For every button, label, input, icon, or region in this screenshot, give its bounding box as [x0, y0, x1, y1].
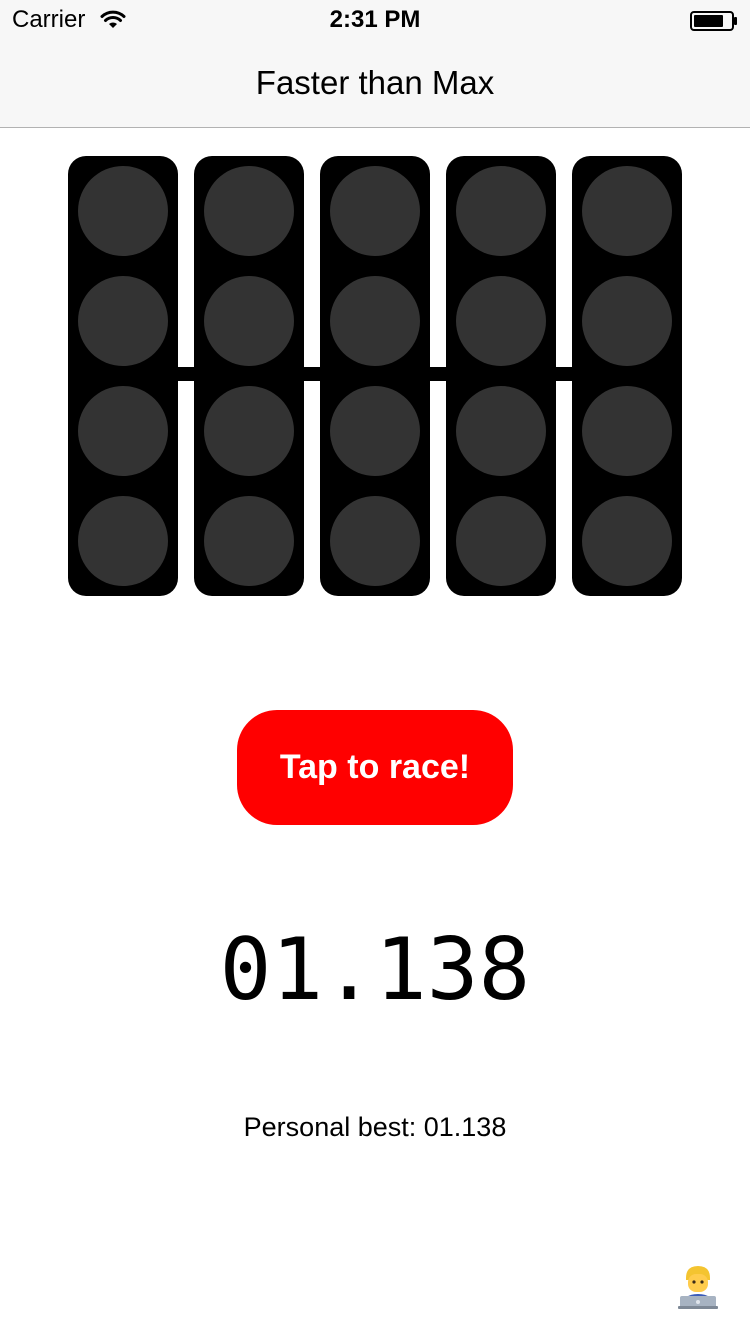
start-light-lamp — [78, 496, 168, 586]
start-light-lamp — [204, 386, 294, 476]
start-light-lamp — [78, 386, 168, 476]
start-light-pod — [68, 156, 178, 596]
tap-to-race-button[interactable]: Tap to race! — [237, 710, 513, 825]
lights-connector — [428, 367, 448, 381]
app-screen: Carrier 2:31 PM Faster than Max Tap to r… — [0, 0, 750, 1334]
start-light-lamp — [78, 166, 168, 256]
battery-full-icon — [690, 11, 737, 31]
page-title: Faster than Max — [255, 64, 495, 101]
status-time: 2:31 PM — [329, 6, 421, 33]
start-light-pod — [194, 156, 304, 596]
start-lights-board — [68, 156, 682, 596]
lights-connector — [176, 367, 196, 381]
start-light-lamp — [204, 496, 294, 586]
start-light-lamp — [456, 166, 546, 256]
start-light-pod — [572, 156, 682, 596]
navigation-bar: Faster than Max — [0, 40, 750, 128]
start-light-lamp — [204, 276, 294, 366]
start-light-lamp — [330, 386, 420, 476]
start-light-lamp — [456, 276, 546, 366]
status-bar: Carrier 2:31 PM — [0, 0, 750, 40]
start-light-lamp — [330, 496, 420, 586]
start-light-lamp — [456, 386, 546, 476]
start-light-lamp — [582, 386, 672, 476]
lights-connector — [554, 367, 574, 381]
start-light-lamp — [330, 166, 420, 256]
start-light-lamp — [204, 166, 294, 256]
start-light-lamp — [330, 276, 420, 366]
developer-emoji-icon — [678, 1266, 718, 1309]
reaction-time-display: 01.138 — [219, 920, 531, 1020]
personal-best-label: Personal best: 01.138 — [243, 1112, 507, 1142]
start-light-lamp — [456, 496, 546, 586]
start-light-lamp — [78, 276, 168, 366]
start-light-pod — [446, 156, 556, 596]
start-light-lamp — [582, 166, 672, 256]
developer-button[interactable] — [674, 1262, 722, 1310]
lights-connector — [302, 367, 322, 381]
start-light-lamp — [582, 276, 672, 366]
start-light-lamp — [582, 496, 672, 586]
start-light-pod — [320, 156, 430, 596]
